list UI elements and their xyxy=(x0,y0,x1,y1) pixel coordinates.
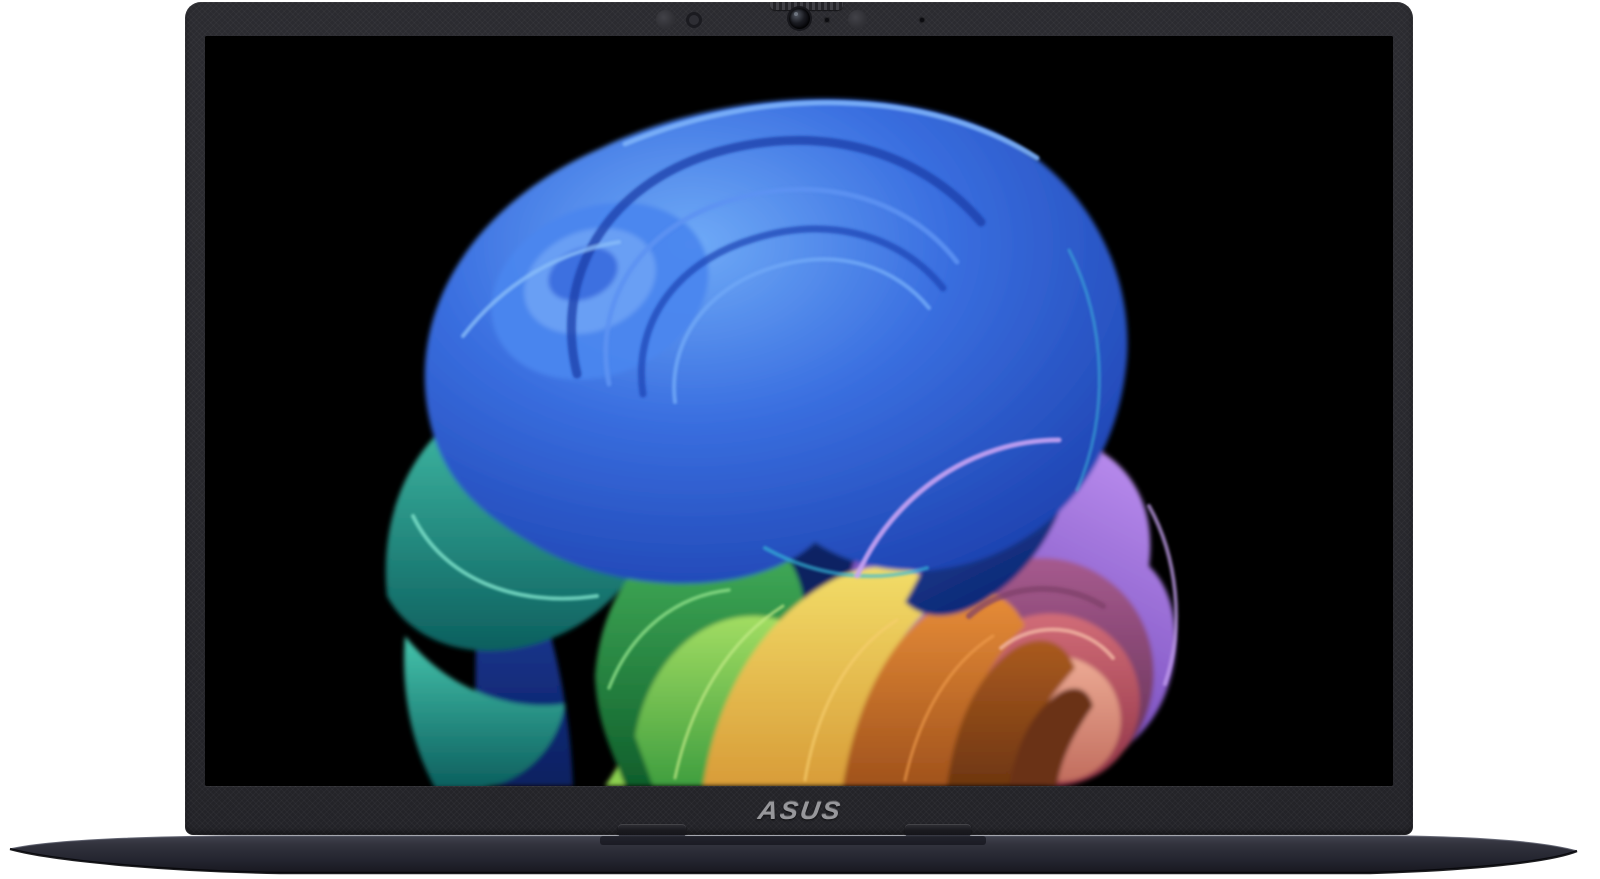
display xyxy=(205,36,1393,786)
bloom-wallpaper xyxy=(205,36,1393,786)
microphone-dot-left xyxy=(825,18,829,22)
ir-sensor xyxy=(686,12,702,28)
scene: ASUS xyxy=(0,0,1600,879)
lid-lip-grip xyxy=(770,2,843,10)
hinge-recess xyxy=(600,836,986,845)
laptop-lid: ASUS xyxy=(185,2,1413,835)
asus-logo: ASUS xyxy=(726,798,875,826)
ir-illuminator xyxy=(848,10,867,29)
ambient-light-sensor xyxy=(656,10,675,29)
webcam-lens xyxy=(789,8,810,29)
microphone-dot-right xyxy=(920,18,924,22)
laptop-base xyxy=(0,828,1600,879)
